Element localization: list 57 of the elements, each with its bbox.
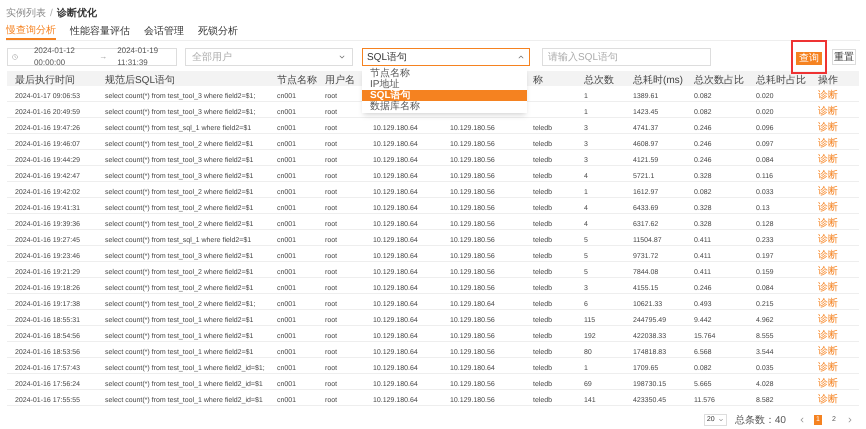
- dropdown-option[interactable]: 节点名称: [362, 68, 527, 79]
- diagnose-link[interactable]: 诊断: [818, 250, 838, 260]
- diagnose-link[interactable]: 诊断: [818, 282, 838, 292]
- diagnose-link[interactable]: 诊断: [818, 394, 838, 404]
- diagnose-link[interactable]: 诊断: [818, 378, 838, 388]
- dropdown-option[interactable]: SQL语句: [362, 90, 527, 101]
- page-title: 诊断优化: [56, 6, 97, 20]
- sql-search-field[interactable]: 请输入SQL语句: [542, 48, 711, 66]
- diagnose-link[interactable]: 诊断: [818, 346, 838, 356]
- chevron-down-icon: [338, 53, 346, 61]
- column-header: 最后执行时间: [15, 74, 75, 86]
- user-select[interactable]: 全部用户: [185, 48, 353, 66]
- chevron-down-icon: [718, 417, 724, 423]
- tab[interactable]: 会话管理: [144, 23, 184, 40]
- reset-button[interactable]: 重置: [832, 49, 856, 65]
- diagnose-link[interactable]: 诊断: [818, 154, 838, 164]
- tab[interactable]: 性能容量评估: [70, 23, 130, 40]
- next-page-icon[interactable]: [846, 416, 854, 424]
- chevron-up-icon: [517, 53, 525, 61]
- diagnose-link[interactable]: 诊断: [818, 90, 838, 100]
- tab[interactable]: 慢查询分析: [6, 23, 56, 40]
- clock-icon: [12, 53, 18, 61]
- diagnose-link[interactable]: 诊断: [818, 186, 838, 196]
- query-button[interactable]: 查询: [796, 52, 822, 65]
- range-separator: →: [99, 51, 108, 63]
- diagnose-link[interactable]: 诊断: [818, 138, 838, 148]
- diagnose-link[interactable]: 诊断: [818, 122, 838, 132]
- column-header: 用户名: [325, 74, 355, 86]
- breadcrumb-separator: /: [50, 6, 53, 20]
- column-header: 总次数: [584, 74, 614, 86]
- diagnose-link[interactable]: 诊断: [818, 234, 838, 244]
- diagnose-link[interactable]: 诊断: [818, 298, 838, 308]
- diagnose-link[interactable]: 诊断: [818, 362, 838, 372]
- diagnose-link[interactable]: 诊断: [818, 106, 838, 116]
- previous-page-icon[interactable]: [798, 416, 806, 424]
- column-header: 操作: [818, 74, 838, 86]
- date-range-field[interactable]: 2024-01-12 00:00:00 → 2024-01-19 11:31:39: [7, 48, 177, 66]
- dropdown-option[interactable]: IP地址: [362, 79, 527, 90]
- tab[interactable]: 死锁分析: [198, 23, 238, 40]
- field-select[interactable]: SQL语句: [362, 48, 530, 66]
- column-header: 总耗时(ms): [633, 74, 683, 86]
- start-date: 2024-01-12 00:00:00: [34, 45, 76, 69]
- column-header: 节点名称: [277, 74, 317, 86]
- diagnose-link[interactable]: 诊断: [818, 314, 838, 324]
- diagnose-link[interactable]: 诊断: [818, 202, 838, 212]
- breadcrumb-link[interactable]: 实例列表: [6, 6, 46, 20]
- diagnose-link[interactable]: 诊断: [818, 330, 838, 340]
- column-header: 总耗时占比: [756, 74, 806, 86]
- diagnose-link[interactable]: 诊断: [818, 266, 838, 276]
- dropdown-option[interactable]: 数据库名称: [362, 101, 527, 112]
- column-header: 规范后SQL语句: [105, 74, 176, 86]
- column-header: 总次数占比: [694, 74, 744, 86]
- diagnose-link[interactable]: 诊断: [818, 218, 838, 228]
- diagnose-link[interactable]: 诊断: [818, 170, 838, 180]
- column-header: 称: [533, 74, 543, 86]
- total-count: 总条数：40: [734, 414, 786, 428]
- end-date: 2024-01-19 11:31:39: [117, 45, 160, 69]
